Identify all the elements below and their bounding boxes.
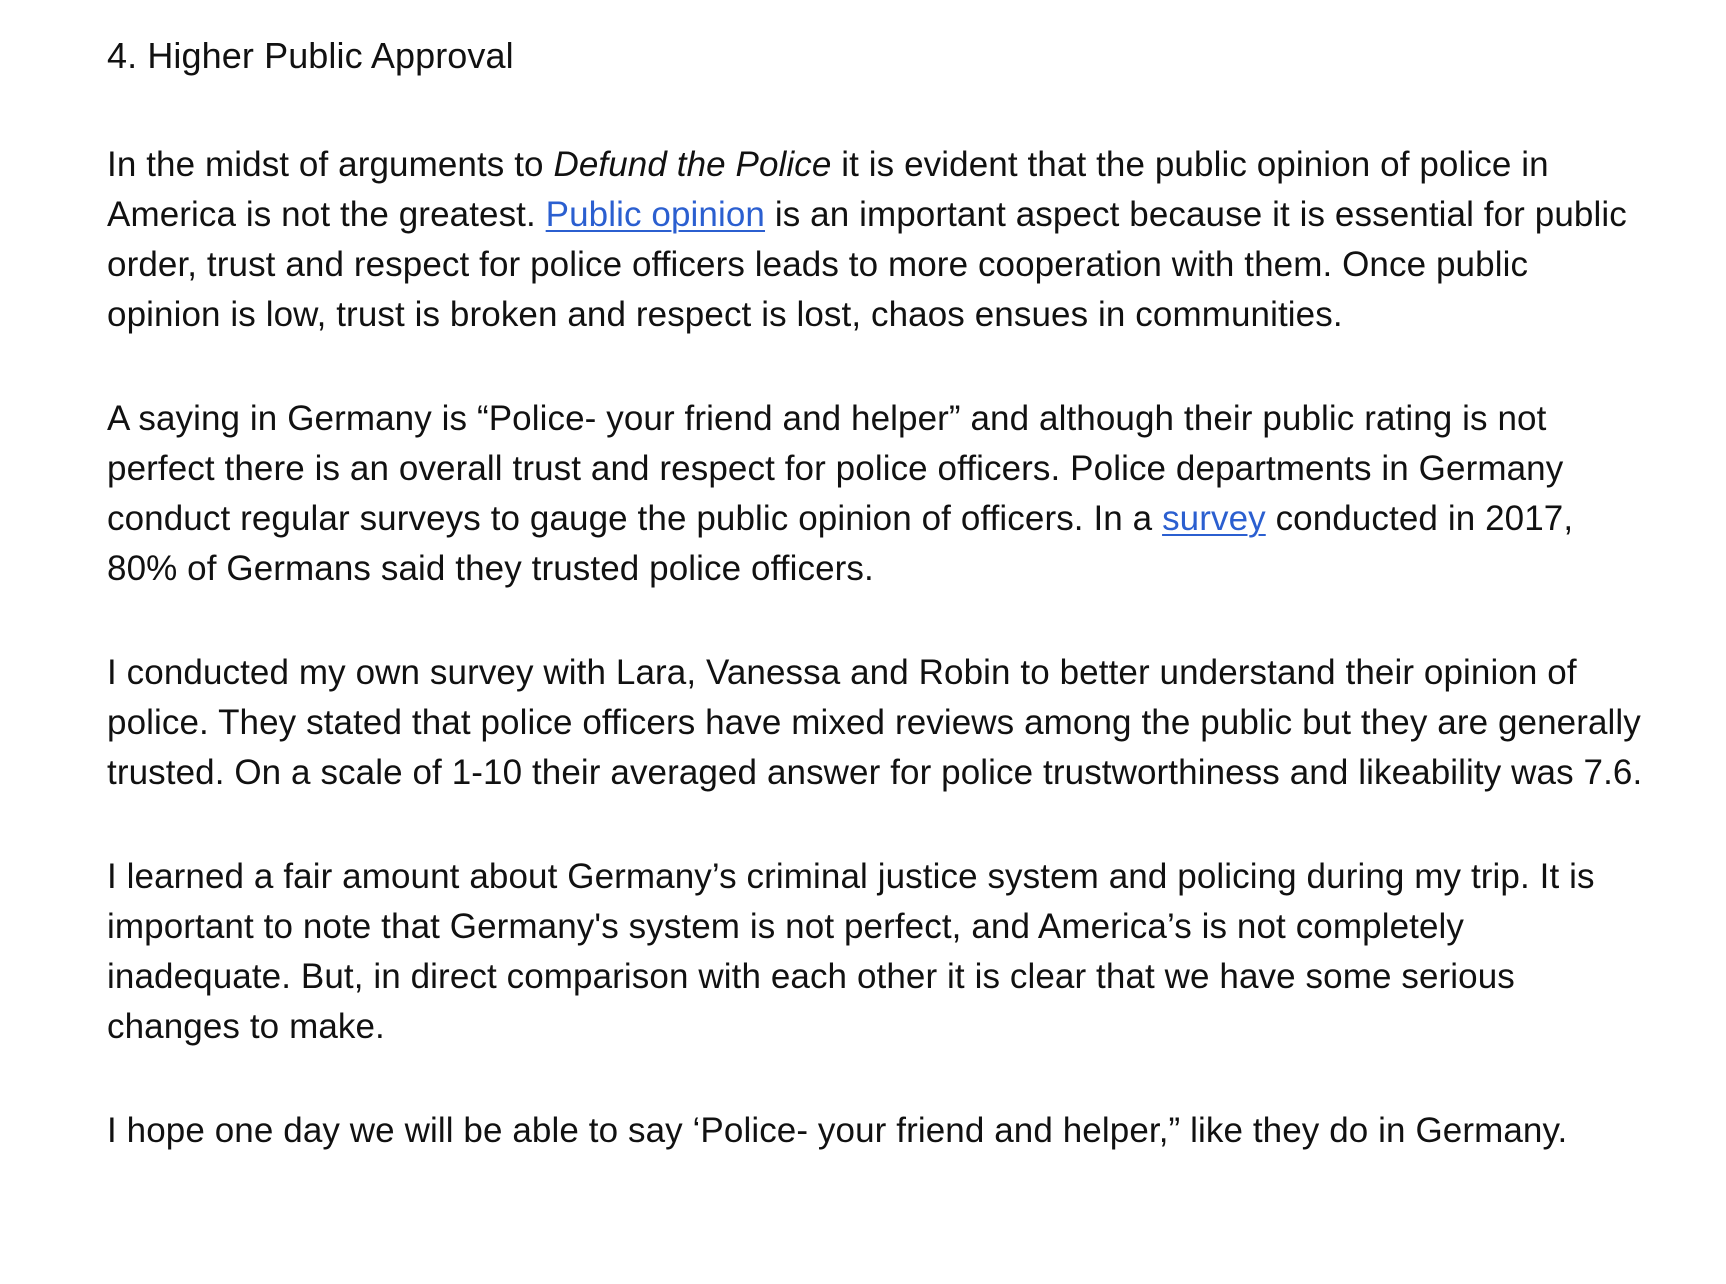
article-body: 4. Higher Public Approval In the midst o… bbox=[107, 26, 1647, 1156]
paragraph-text: In the midst of arguments to bbox=[107, 145, 554, 184]
paragraph-hope: I hope one day we will be able to say ‘P… bbox=[107, 1111, 1568, 1150]
paragraph-public-opinion: In the midst of arguments to Defund the … bbox=[107, 140, 1647, 340]
italic-phrase: Defund the Police bbox=[553, 145, 832, 184]
paragraph-own-survey: I conducted my own survey with Lara, Van… bbox=[107, 653, 1643, 792]
paragraph-learned: I learned a fair amount about Germany’s … bbox=[107, 857, 1595, 1046]
section-heading: 4. Higher Public Approval bbox=[107, 35, 514, 76]
public-opinion-link[interactable]: Public opinion bbox=[546, 195, 765, 234]
survey-link[interactable]: survey bbox=[1162, 499, 1266, 538]
paragraph-germany-saying: A saying in Germany is “Police- your fri… bbox=[107, 394, 1647, 594]
